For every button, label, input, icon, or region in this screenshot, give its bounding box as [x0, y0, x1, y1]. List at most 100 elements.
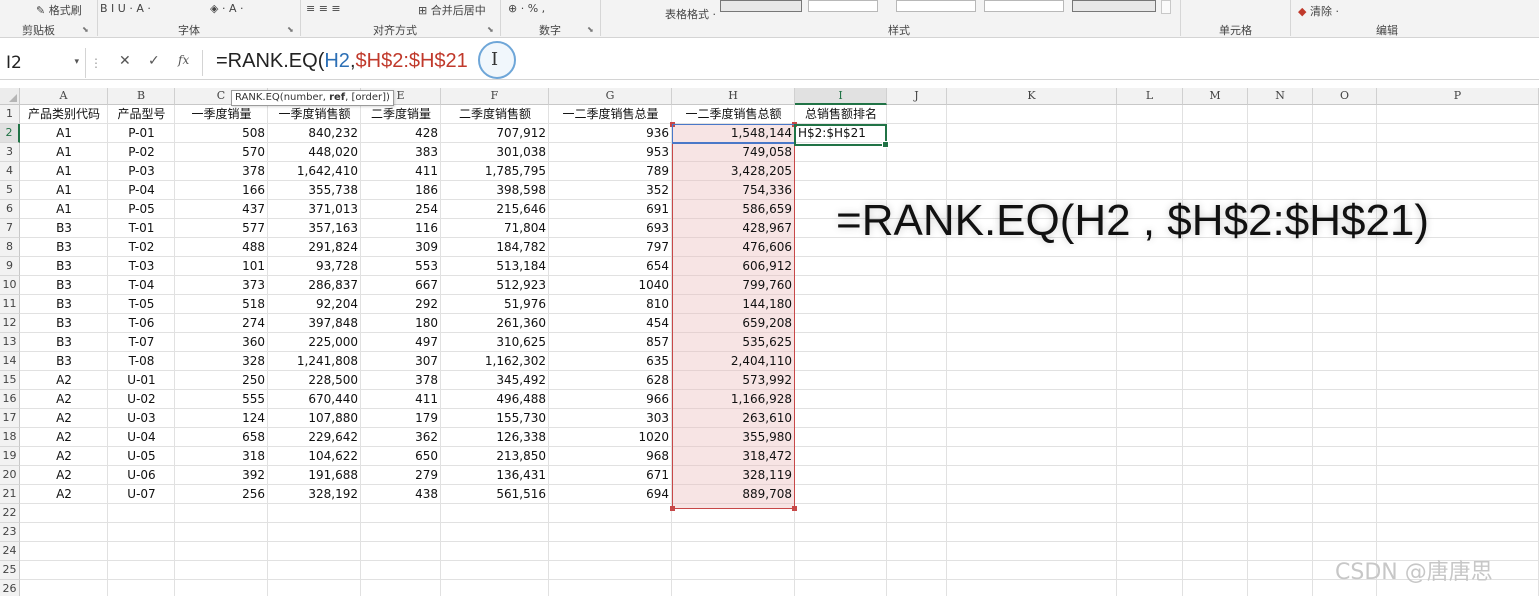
header-cell[interactable]: 一二季度销售总量	[549, 105, 672, 124]
data-cell[interactable]: A2	[20, 447, 108, 466]
data-cell[interactable]: U-03	[108, 409, 175, 428]
column-header-g[interactable]: G	[549, 88, 672, 105]
align-buttons[interactable]: ≡ ≡ ≡	[306, 2, 341, 15]
data-cell[interactable]: 144,180	[672, 295, 795, 314]
column-header-f[interactable]: F	[441, 88, 549, 105]
data-cell[interactable]: 1,166,928	[672, 390, 795, 409]
data-cell[interactable]: T-01	[108, 219, 175, 238]
data-cell[interactable]: P-02	[108, 143, 175, 162]
style-normal[interactable]	[720, 0, 802, 12]
data-cell[interactable]: 659,208	[672, 314, 795, 333]
header-cell[interactable]: 一季度销售额	[268, 105, 361, 124]
data-cell[interactable]: B3	[20, 333, 108, 352]
data-cell[interactable]: 71,804	[441, 219, 549, 238]
data-cell[interactable]: 2,404,110	[672, 352, 795, 371]
data-cell[interactable]: 155,730	[441, 409, 549, 428]
data-cell[interactable]: A2	[20, 428, 108, 447]
data-cell[interactable]: 454	[549, 314, 672, 333]
data-cell[interactable]: 577	[175, 219, 268, 238]
data-cell[interactable]: 671	[549, 466, 672, 485]
column-header-m[interactable]: M	[1183, 88, 1248, 105]
row-header-6[interactable]: 6	[0, 200, 20, 219]
data-cell[interactable]: A1	[20, 162, 108, 181]
row-header-12[interactable]: 12	[0, 314, 20, 333]
row-header-13[interactable]: 13	[0, 333, 20, 352]
format-painter-button[interactable]: ✎ 格式刷	[36, 2, 82, 18]
data-cell[interactable]: 635	[549, 352, 672, 371]
name-box-dropdown-icon[interactable]: ▾	[74, 57, 79, 67]
data-cell[interactable]: 355,980	[672, 428, 795, 447]
data-cell[interactable]: 411	[361, 162, 441, 181]
header-cell[interactable]: 产品类别代码	[20, 105, 108, 124]
data-cell[interactable]: 191,688	[268, 466, 361, 485]
data-cell[interactable]: U-04	[108, 428, 175, 447]
data-cell[interactable]: P-03	[108, 162, 175, 181]
row-header-25[interactable]: 25	[0, 561, 20, 580]
row-header-23[interactable]: 23	[0, 523, 20, 542]
data-cell[interactable]: 263,610	[672, 409, 795, 428]
column-header-b[interactable]: B	[108, 88, 175, 105]
data-cell[interactable]: 93,728	[268, 257, 361, 276]
data-cell[interactable]: A1	[20, 124, 108, 143]
data-cell[interactable]: T-08	[108, 352, 175, 371]
data-cell[interactable]: T-03	[108, 257, 175, 276]
data-cell[interactable]: 797	[549, 238, 672, 257]
font-format-buttons[interactable]: B I U · A ·	[100, 2, 151, 15]
data-cell[interactable]: 124	[175, 409, 268, 428]
data-cell[interactable]: 428,967	[672, 219, 795, 238]
clipboard-launcher-icon[interactable]: ⬊	[82, 25, 89, 34]
data-cell[interactable]: 754,336	[672, 181, 795, 200]
data-cell[interactable]: 691	[549, 200, 672, 219]
data-cell[interactable]: B3	[20, 295, 108, 314]
data-cell[interactable]: 428	[361, 124, 441, 143]
column-header-n[interactable]: N	[1248, 88, 1313, 105]
data-cell[interactable]: 301,038	[441, 143, 549, 162]
data-cell[interactable]: 101	[175, 257, 268, 276]
number-launcher-icon[interactable]: ⬊	[587, 25, 594, 34]
merge-center-button[interactable]: ⊞ 合并后居中	[418, 2, 486, 18]
data-cell[interactable]: 136,431	[441, 466, 549, 485]
data-cell[interactable]: B3	[20, 257, 108, 276]
data-cell[interactable]: 650	[361, 447, 441, 466]
data-cell[interactable]: 345,492	[441, 371, 549, 390]
row-header-21[interactable]: 21	[0, 485, 20, 504]
data-cell[interactable]: P-05	[108, 200, 175, 219]
data-cell[interactable]: 328,119	[672, 466, 795, 485]
data-cell[interactable]: 535,625	[672, 333, 795, 352]
row-header-2[interactable]: 2	[0, 124, 20, 143]
data-cell[interactable]: 448,020	[268, 143, 361, 162]
header-cell[interactable]: 总销售额排名	[795, 105, 887, 124]
row-header-20[interactable]: 20	[0, 466, 20, 485]
column-header-o[interactable]: O	[1313, 88, 1377, 105]
data-cell[interactable]: 184,782	[441, 238, 549, 257]
data-cell[interactable]: 570	[175, 143, 268, 162]
data-cell[interactable]: 254	[361, 200, 441, 219]
data-cell[interactable]: T-07	[108, 333, 175, 352]
data-cell[interactable]: 606,912	[672, 257, 795, 276]
data-cell[interactable]: A2	[20, 466, 108, 485]
data-cell[interactable]: 383	[361, 143, 441, 162]
data-cell[interactable]: B3	[20, 238, 108, 257]
column-header-k[interactable]: K	[947, 88, 1117, 105]
data-cell[interactable]: 186	[361, 181, 441, 200]
data-cell[interactable]: A2	[20, 485, 108, 504]
row-header-14[interactable]: 14	[0, 352, 20, 371]
data-cell[interactable]: 92,204	[268, 295, 361, 314]
row-header-4[interactable]: 4	[0, 162, 20, 181]
data-cell[interactable]: 229,642	[268, 428, 361, 447]
data-cell[interactable]: 518	[175, 295, 268, 314]
data-cell[interactable]: 555	[175, 390, 268, 409]
row-header-16[interactable]: 16	[0, 390, 20, 409]
data-cell[interactable]: 857	[549, 333, 672, 352]
data-cell[interactable]: 476,606	[672, 238, 795, 257]
row-header-15[interactable]: 15	[0, 371, 20, 390]
data-cell[interactable]: 180	[361, 314, 441, 333]
formula-input[interactable]: =RANK.EQ(H2,$H$2:$H$21	[216, 50, 468, 73]
data-cell[interactable]: 628	[549, 371, 672, 390]
data-cell[interactable]: 512,923	[441, 276, 549, 295]
data-cell[interactable]: 352	[549, 181, 672, 200]
data-cell[interactable]: 1,241,808	[268, 352, 361, 371]
data-cell[interactable]: 437	[175, 200, 268, 219]
data-cell[interactable]: U-01	[108, 371, 175, 390]
data-cell[interactable]: T-04	[108, 276, 175, 295]
